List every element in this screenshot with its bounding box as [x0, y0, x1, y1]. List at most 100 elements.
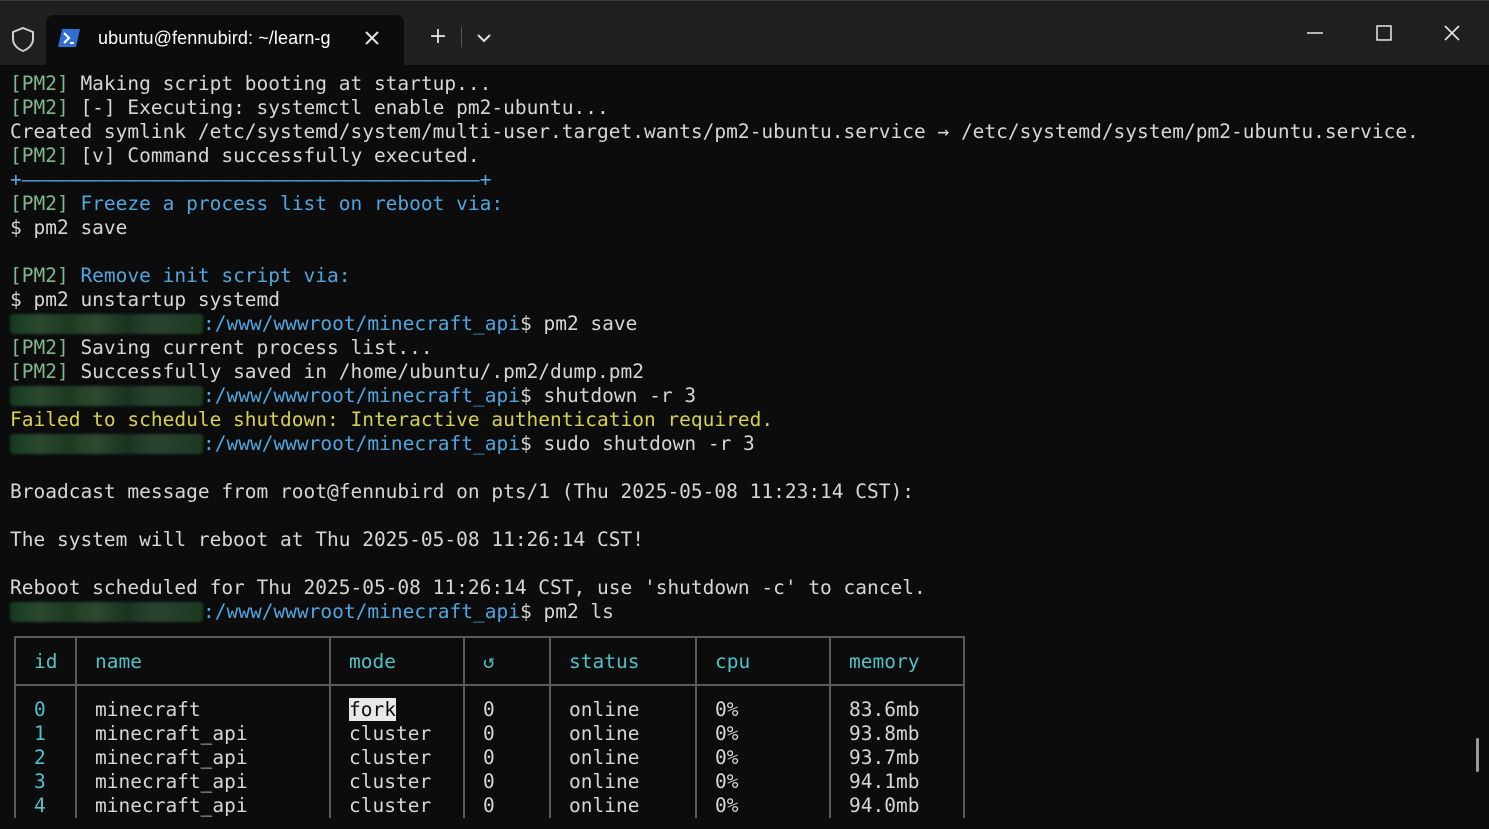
broadcast-line: Broadcast message from root@fennubird on…	[10, 480, 914, 503]
cell-cpu: 0%	[695, 770, 831, 794]
line-text: Remove init script via:	[68, 264, 351, 287]
table-row: 1 minecraft_api cluster 0 online 0% 93.8…	[14, 722, 965, 746]
shield-icon[interactable]	[10, 26, 36, 52]
output-line: $ pm2 save	[10, 216, 128, 239]
prompt-path: :/www/wwwroot/minecraft_api	[203, 384, 520, 407]
cell-id: 1	[14, 722, 77, 746]
prompt-command: $ shutdown -r 3	[519, 384, 697, 407]
pm2-tag: [PM2]	[10, 96, 69, 119]
line-text: Created symlink /etc/systemd/system/mult…	[10, 120, 1419, 143]
box-divider: +———————————————————————————————————————…	[10, 168, 492, 191]
output-line: [PM2] Making script booting at startup..…	[10, 72, 1470, 96]
cell-status: online	[549, 746, 697, 770]
table-row: 0 minecraft fork 0 online 0% 83.6mb	[14, 685, 965, 722]
cell-name: minecraft	[75, 685, 331, 722]
output-line: $ pm2 unstartup systemd	[10, 288, 281, 311]
header-id: id	[14, 636, 77, 686]
cell-mode: fork	[329, 685, 465, 722]
header-memory: memory	[829, 636, 965, 686]
pm2-tag: [PM2]	[10, 336, 69, 359]
chevron-down-icon[interactable]	[472, 25, 496, 51]
cell-memory: 94.0mb	[829, 794, 965, 818]
table-row: 3 minecraft_api cluster 0 online 0% 94.1…	[14, 770, 965, 794]
output-line: [PM2] Freeze a process list on reboot vi…	[10, 192, 1470, 216]
tab-active[interactable]: ubuntu@fennubird: ~/learn-g	[46, 15, 404, 65]
prompt-path: :/www/wwwroot/minecraft_api	[203, 432, 520, 455]
output-line: [PM2] [-] Executing: systemctl enable pm…	[10, 96, 1470, 120]
cell-id: 2	[14, 746, 77, 770]
output-line: [PM2] Successfully saved in /home/ubuntu…	[10, 360, 1470, 384]
redacted-user-host	[10, 434, 203, 454]
new-tab-button[interactable]: +	[425, 23, 451, 51]
cell-restarts: 0	[463, 722, 551, 746]
prompt-line: :/www/wwwroot/minecraft_api$ sudo shutdo…	[10, 432, 1470, 456]
header-restarts: ↺	[463, 636, 551, 686]
vertical-scrollbar-thumb[interactable]	[1476, 738, 1479, 772]
redacted-user-host	[10, 602, 203, 622]
cell-id: 4	[14, 794, 77, 818]
pm2-tag: [PM2]	[10, 192, 69, 215]
line-text: [v] Command successfully executed.	[68, 144, 480, 167]
cell-name: minecraft_api	[75, 746, 331, 770]
output-line: [PM2] Saving current process list...	[10, 336, 1470, 360]
prompt-line: :/www/wwwroot/minecraft_api$ pm2 ls	[10, 600, 1470, 624]
titlebar-divider	[461, 27, 462, 47]
prompt-command: $ pm2 save	[519, 312, 638, 335]
prompt-command: $ pm2 ls	[519, 600, 614, 623]
close-tab-icon[interactable]	[360, 26, 384, 50]
maximize-button[interactable]	[1364, 15, 1404, 51]
cell-restarts: 0	[463, 770, 551, 794]
cell-cpu: 0%	[695, 794, 831, 818]
table-row: 2 minecraft_api cluster 0 online 0% 93.7…	[14, 746, 965, 770]
pm2-tag: [PM2]	[10, 72, 69, 95]
cell-status: online	[549, 770, 697, 794]
cell-mode: cluster	[329, 794, 465, 818]
cell-restarts: 0	[463, 794, 551, 818]
cell-id: 3	[14, 770, 77, 794]
line-text: [-] Executing: systemctl enable pm2-ubun…	[68, 96, 609, 119]
output-line: [PM2] Remove init script via:	[10, 264, 1470, 288]
line-text: Saving current process list...	[68, 336, 433, 359]
cell-name: minecraft_api	[75, 794, 331, 818]
pm2-tag: [PM2]	[10, 144, 69, 167]
cell-status: online	[549, 722, 697, 746]
cell-restarts: 0	[463, 746, 551, 770]
line-text: Freeze a process list on reboot via:	[68, 192, 504, 215]
redacted-user-host	[10, 386, 203, 406]
reboot-notice: The system will reboot at Thu 2025-05-08…	[10, 528, 644, 551]
prompt-path: :/www/wwwroot/minecraft_api	[203, 312, 520, 335]
redacted-user-host	[10, 314, 203, 334]
tab-title: ubuntu@fennubird: ~/learn-g	[98, 28, 331, 48]
header-mode: mode	[329, 636, 465, 686]
cell-mode: cluster	[329, 722, 465, 746]
table-header-row: id name mode ↺ status cpu memory	[14, 636, 965, 686]
cell-cpu: 0%	[695, 746, 831, 770]
cell-name: minecraft_api	[75, 770, 331, 794]
cell-memory: 94.1mb	[829, 770, 965, 794]
cell-cpu: 0%	[695, 685, 831, 722]
cell-memory: 93.7mb	[829, 746, 965, 770]
cell-cpu: 0%	[695, 722, 831, 746]
header-cpu: cpu	[695, 636, 831, 686]
cell-name: minecraft_api	[75, 722, 331, 746]
header-name: name	[75, 636, 331, 686]
mode-fork-selected: fork	[349, 698, 396, 721]
cell-memory: 83.6mb	[829, 685, 965, 722]
cell-mode: cluster	[329, 770, 465, 794]
powershell-icon	[58, 29, 80, 47]
minimize-button[interactable]	[1295, 15, 1335, 51]
output-line: Created symlink /etc/systemd/system/mult…	[10, 120, 1470, 144]
close-window-button[interactable]	[1432, 15, 1472, 51]
prompt-line: :/www/wwwroot/minecraft_api$ pm2 save	[10, 312, 1470, 336]
reboot-scheduled-line: Reboot scheduled for Thu 2025-05-08 11:2…	[10, 576, 926, 599]
output-line: [PM2] [v] Command successfully executed.	[10, 144, 1470, 168]
pm2-process-table: id name mode ↺ status cpu memory 0 minec…	[14, 636, 965, 818]
line-text: Successfully saved in /home/ubuntu/.pm2/…	[68, 360, 644, 383]
error-line: Failed to schedule shutdown: Interactive…	[10, 408, 774, 431]
terminal-output[interactable]: [PM2] Making script booting at startup..…	[10, 72, 1470, 624]
header-status: status	[549, 636, 697, 686]
